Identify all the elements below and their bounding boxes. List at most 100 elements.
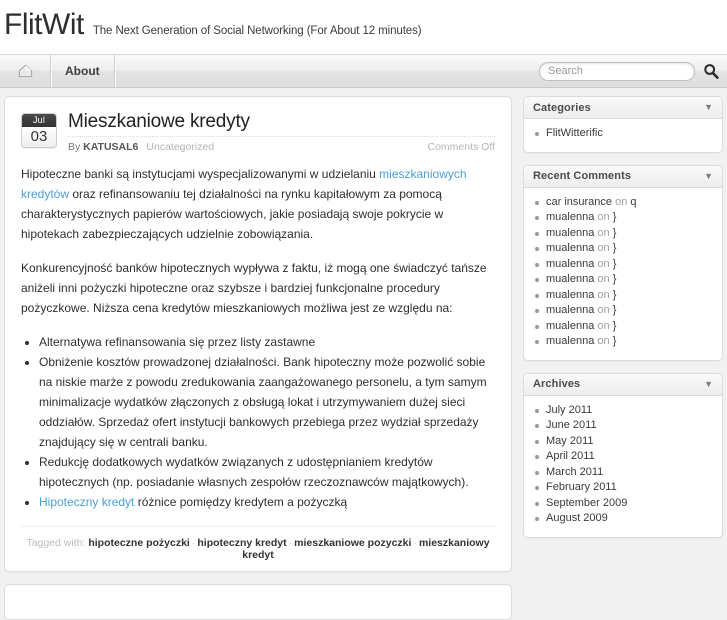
list-item: Alternatywa refinansowania się przez lis… (39, 332, 495, 352)
list-item[interactable]: mualenna on } (524, 334, 722, 350)
list-item[interactable]: FlitWitterific (524, 126, 722, 142)
site-logo[interactable]: FlitWit (4, 10, 84, 40)
list-item[interactable]: mualenna on } (524, 226, 722, 242)
list-item[interactable]: March 2011 (524, 465, 722, 481)
page-root: FlitWit The Next Generation of Social Ne… (0, 0, 727, 620)
post-author: By KATUSAL6 (68, 141, 138, 153)
comment-post-title[interactable]: } (613, 242, 617, 254)
paragraph-1-text-b: oraz refinansowaniu tej działalności na … (21, 187, 444, 241)
tag-link[interactable]: hipoteczny kredyt (197, 537, 286, 549)
chevron-down-icon[interactable]: ▼ (704, 171, 713, 181)
comment-author[interactable]: mualenna (546, 335, 594, 347)
search-input[interactable] (539, 61, 695, 81)
hipoteczny-kredyt-link[interactable]: Hipoteczny kredyt (39, 495, 134, 509)
comment-post-title[interactable]: q (630, 196, 636, 208)
site-header: FlitWit The Next Generation of Social Ne… (0, 0, 727, 54)
comment-post-title[interactable]: } (613, 335, 617, 347)
comment-author[interactable]: mualenna (546, 227, 594, 239)
tag-separator: · (413, 537, 417, 549)
archive-link[interactable]: March 2011 (546, 466, 603, 478)
post-meta: By KATUSAL6 Uncategorized Comments Off (68, 136, 495, 153)
list-item[interactable]: June 2011 (524, 418, 722, 434)
post-author-prefix: By (68, 141, 84, 153)
list-item[interactable]: mualenna on } (524, 241, 722, 257)
chevron-down-icon[interactable]: ▼ (704, 103, 713, 112)
archive-link[interactable]: August 2009 (546, 512, 608, 524)
comment-post-title[interactable]: } (613, 320, 617, 332)
list-item-rest: różnice pomiędzy kredytem a pożyczką (134, 495, 348, 509)
comment-author[interactable]: car insurance (546, 196, 612, 208)
archive-link[interactable]: February 2011 (546, 481, 617, 493)
comment-on-label: on (597, 226, 610, 239)
comment-post-title[interactable]: } (613, 227, 617, 239)
tag-link[interactable]: hipoteczne pożyczki (88, 537, 190, 549)
comment-post-title[interactable]: } (613, 304, 617, 316)
post-paragraph-2: Konkurencyjność banków hipotecznych wypł… (21, 261, 487, 315)
brand-row: FlitWit The Next Generation of Social Ne… (4, 10, 422, 40)
post-date-month: Jul (22, 114, 56, 127)
list-item[interactable]: August 2009 (524, 511, 722, 527)
list-item[interactable]: May 2011 (524, 434, 722, 450)
post-bullet-list: Alternatywa refinansowania się przez lis… (21, 332, 495, 512)
categories-list: FlitWitterific (524, 126, 722, 142)
list-item[interactable]: July 2011 (524, 403, 722, 419)
list-item: Redukcję dodatkowych wydatków związanych… (39, 452, 495, 492)
post-author-name[interactable]: KATUSAL6 (83, 141, 138, 153)
nav-item-about[interactable]: About (51, 55, 115, 87)
list-item[interactable]: mualenna on } (524, 257, 722, 273)
chevron-down-icon[interactable]: ▼ (704, 379, 713, 389)
list-item[interactable]: car insurance on q (524, 195, 722, 211)
comment-on-label: on (597, 257, 610, 270)
tagged-with-label: Tagged with: (26, 537, 86, 549)
comment-author[interactable]: mualenna (546, 211, 594, 223)
archive-link[interactable]: July 2011 (546, 404, 592, 416)
tag-link[interactable]: mieszkaniowe pozyczki (294, 537, 411, 549)
archives-list: July 2011 June 2011 May 2011 April 2011 … (524, 403, 722, 527)
comment-on-label: on (597, 242, 610, 254)
widget-title: Recent Comments (533, 170, 632, 182)
home-icon (18, 64, 32, 78)
post-category[interactable]: Uncategorized (146, 141, 214, 153)
comment-author[interactable]: mualenna (546, 258, 594, 270)
post-date-day: 03 (22, 127, 56, 147)
next-post-card (4, 584, 512, 620)
search-icon (704, 64, 719, 79)
widget-recent-comments-header[interactable]: Recent Comments ▼ (524, 165, 722, 188)
comment-author[interactable]: mualenna (546, 304, 594, 316)
comment-post-title[interactable]: } (613, 211, 617, 223)
category-link[interactable]: FlitWitterific (546, 127, 603, 139)
widget-categories-header[interactable]: Categories ▼ (524, 97, 722, 119)
list-item[interactable]: mualenna on } (524, 272, 722, 288)
archive-link[interactable]: September 2009 (546, 497, 627, 509)
list-item[interactable]: mualenna on } (524, 288, 722, 304)
search-form (539, 55, 727, 87)
comment-author[interactable]: mualenna (546, 242, 594, 254)
widget-recent-comments-body: car insurance on q mualenna on } mualenn… (524, 188, 722, 360)
post-date-badge: Jul 03 (21, 113, 57, 148)
archive-link[interactable]: June 2011 (546, 419, 597, 431)
post-title[interactable]: Mieszkaniowe kredyty (68, 111, 495, 133)
list-item[interactable]: September 2009 (524, 496, 722, 512)
archive-link[interactable]: April 2011 (546, 450, 595, 462)
comment-author[interactable]: mualenna (546, 289, 594, 301)
list-item[interactable]: mualenna on } (524, 303, 722, 319)
comment-post-title[interactable]: } (613, 289, 617, 301)
comment-post-title[interactable]: } (613, 273, 617, 285)
post-comments-status: Comments Off (427, 141, 496, 153)
comment-on-label: on (597, 319, 610, 332)
widget-archives-header[interactable]: Archives ▼ (524, 373, 722, 396)
widget-categories: Categories ▼ FlitWitterific (523, 96, 723, 153)
comment-post-title[interactable]: } (613, 258, 617, 270)
list-item[interactable]: April 2011 (524, 449, 722, 465)
list-item[interactable]: February 2011 (524, 480, 722, 496)
nav-item-home[interactable] (0, 55, 51, 87)
list-item[interactable]: mualenna on } (524, 210, 722, 226)
comment-author[interactable]: mualenna (546, 320, 594, 332)
search-button[interactable] (701, 61, 721, 81)
comment-on-label: on (597, 211, 610, 223)
list-item: Obniżenie kosztów prowadzonej działalnoś… (39, 352, 495, 452)
archive-link[interactable]: May 2011 (546, 435, 594, 447)
list-item[interactable]: mualenna on } (524, 319, 722, 335)
comment-author[interactable]: mualenna (546, 273, 594, 285)
post-header: Jul 03 Mieszkaniowe kredyty By KATUSAL6 … (21, 111, 495, 153)
